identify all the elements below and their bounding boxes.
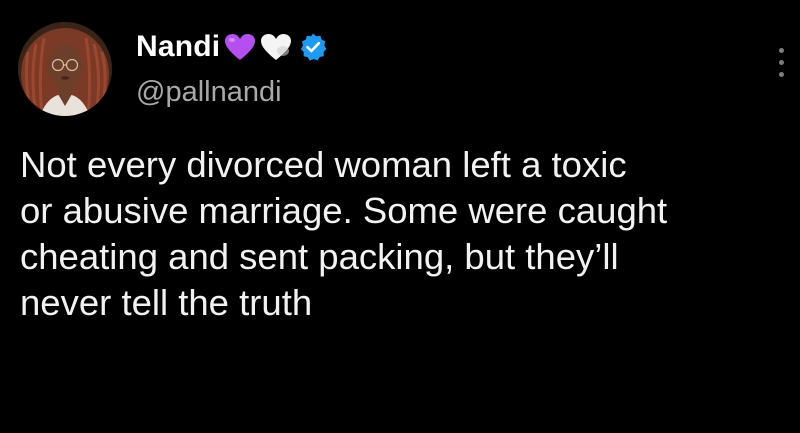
name-row: Nandi — [136, 26, 328, 68]
user-handle[interactable]: @pallnandi — [136, 72, 328, 112]
display-name[interactable]: Nandi — [136, 26, 220, 68]
tweet-card: Nandi @pallnandi Not every divorced woma… — [0, 0, 800, 433]
tweet-header: Nandi @pallnandi — [136, 26, 328, 112]
more-vertical-icon — [779, 48, 784, 53]
verified-badge-icon[interactable] — [298, 32, 328, 62]
avatar[interactable] — [18, 22, 112, 116]
more-vertical-icon — [779, 60, 784, 65]
purple-heart-icon — [224, 33, 256, 61]
avatar-image — [18, 22, 112, 116]
tweet-text: Not every divorced woman left a toxic or… — [20, 144, 668, 323]
white-heart-icon — [260, 33, 292, 61]
more-vertical-icon — [779, 72, 784, 77]
more-options-button[interactable] — [772, 46, 792, 80]
